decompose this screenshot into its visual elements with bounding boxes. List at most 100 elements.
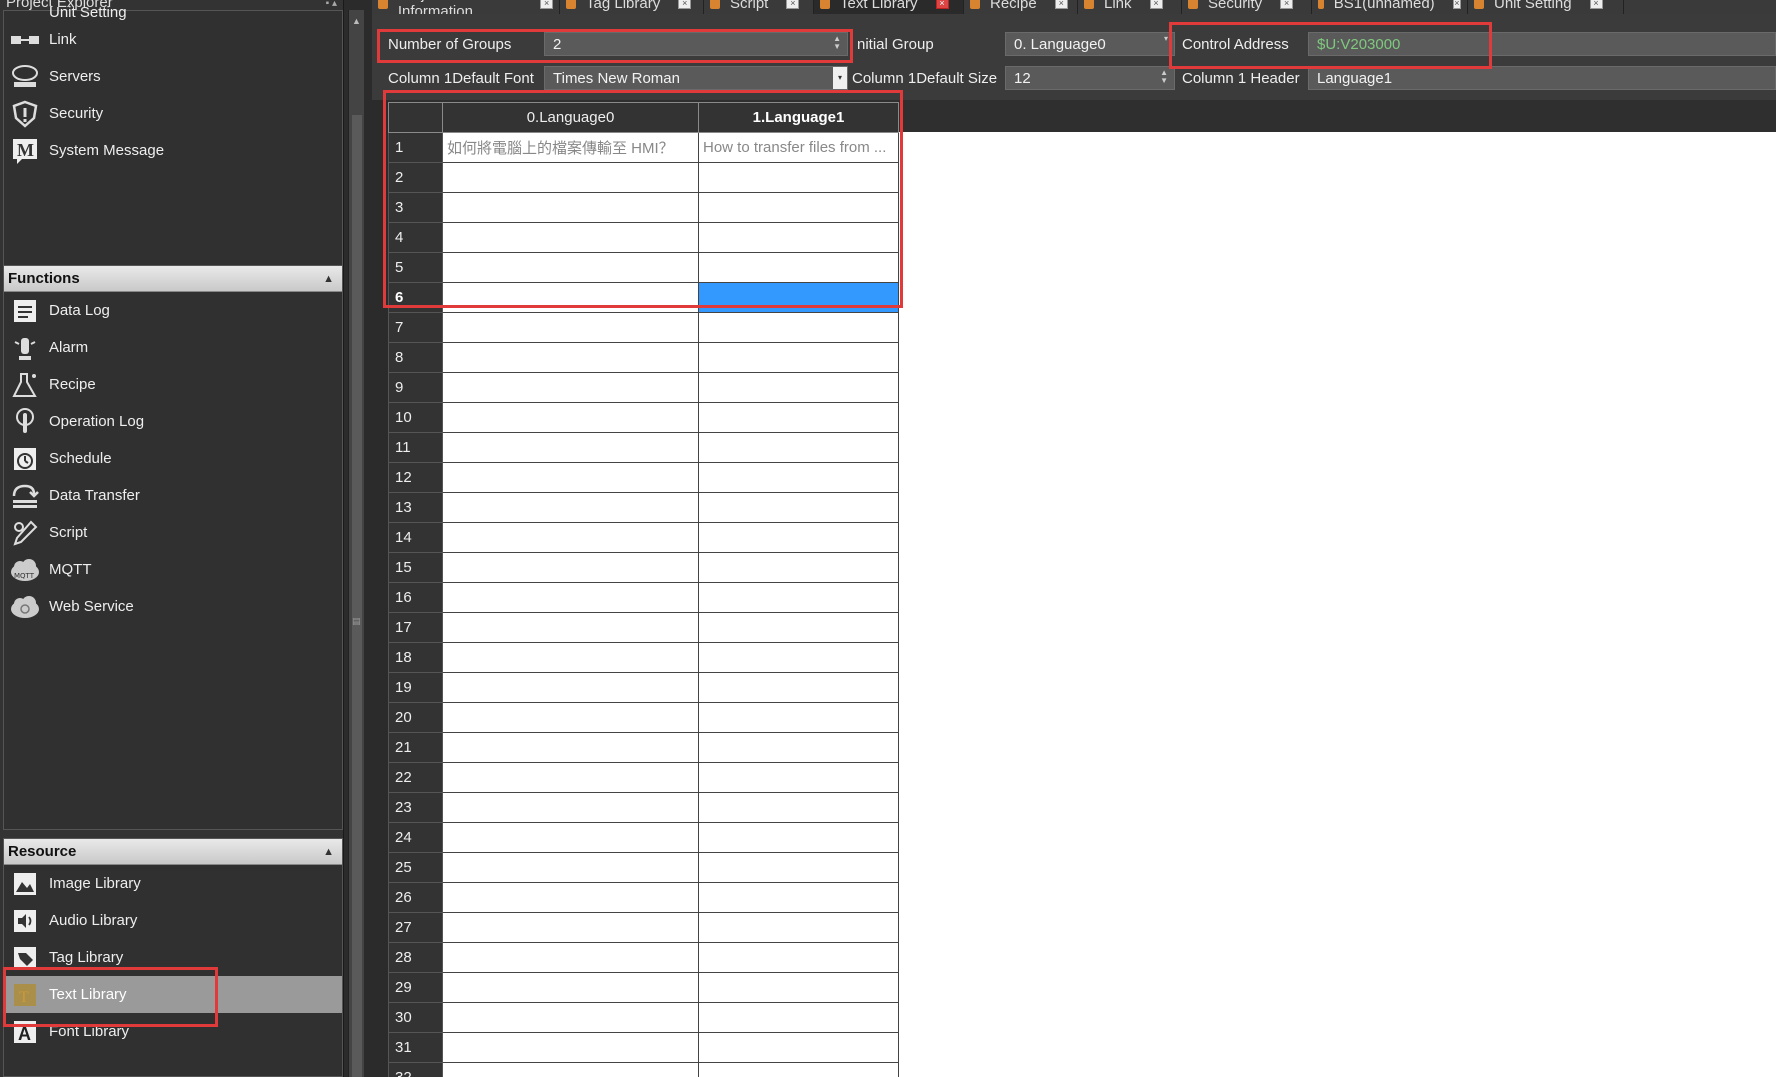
scroll-up-arrow-icon[interactable]: ▲	[352, 16, 361, 26]
tab-close-icon[interactable]: ×	[786, 0, 800, 9]
row-number[interactable]: 23	[388, 792, 443, 823]
grid-cell-language1[interactable]	[698, 822, 899, 853]
grid-cell-language1[interactable]	[698, 492, 899, 523]
grid-cell-language1[interactable]	[698, 912, 899, 943]
row-number[interactable]: 29	[388, 972, 443, 1003]
grid-cell-language1[interactable]	[698, 282, 899, 313]
row-number[interactable]: 12	[388, 462, 443, 493]
control-address-field[interactable]: $U:V203000	[1308, 32, 1776, 56]
grid-cell-language0[interactable]	[442, 342, 699, 373]
grid-cell-language0[interactable]	[442, 1062, 699, 1077]
grid-cell-language1[interactable]	[698, 642, 899, 673]
sidebar-item-link[interactable]: Link	[4, 21, 342, 58]
grid-cell-language1[interactable]	[698, 612, 899, 643]
grid-cell-language1[interactable]	[698, 702, 899, 733]
initial-group-select[interactable]: 0. Language0 ▾	[1005, 32, 1175, 56]
table-row[interactable]: 8	[388, 342, 899, 373]
table-row[interactable]: 24	[388, 822, 899, 853]
row-number[interactable]: 11	[388, 432, 443, 463]
tab-text-library[interactable]: Text Library ×	[814, 0, 964, 14]
grid-cell-language1[interactable]	[698, 942, 899, 973]
grid-cell-language0[interactable]	[442, 972, 699, 1003]
tab-recipe[interactable]: Recipe ×	[964, 0, 1078, 14]
table-row[interactable]: 4	[388, 222, 899, 253]
column-default-font-select[interactable]: Times New Roman ▾	[544, 66, 848, 90]
table-row[interactable]: 22	[388, 762, 899, 793]
grid-cell-language0[interactable]	[442, 312, 699, 343]
row-number[interactable]: 18	[388, 642, 443, 673]
grid-cell-language0[interactable]	[442, 912, 699, 943]
grid-cell-language1[interactable]	[698, 372, 899, 403]
grid-cell-language1[interactable]	[698, 732, 899, 763]
grid-cell-language0[interactable]	[442, 732, 699, 763]
sidebar-item-operation-log[interactable]: Operation Log	[4, 403, 342, 440]
sidebar-item-data-transfer[interactable]: Data Transfer	[4, 477, 342, 514]
grid-cell-language1[interactable]	[698, 552, 899, 583]
table-row[interactable]: 9	[388, 372, 899, 403]
grid-cell-language0[interactable]	[442, 1032, 699, 1063]
grid-cell-language0[interactable]	[442, 762, 699, 793]
column-default-size-spinner[interactable]: 12 ▲ ▼	[1005, 66, 1175, 90]
row-number[interactable]: 28	[388, 942, 443, 973]
sidebar-item-alarm[interactable]: Alarm	[4, 329, 342, 366]
tab-close-icon[interactable]: ×	[1054, 0, 1068, 9]
grid-cell-language0[interactable]	[442, 282, 699, 313]
grid-cell-language0[interactable]	[442, 192, 699, 223]
grid-cell-language0[interactable]	[442, 822, 699, 853]
tab-script[interactable]: Script ×	[704, 0, 814, 14]
scrollbar-thumb[interactable]	[352, 115, 362, 1077]
row-number[interactable]: 3	[388, 192, 443, 223]
row-number[interactable]: 15	[388, 552, 443, 583]
grid-cell-language1[interactable]	[698, 792, 899, 823]
spinner-arrows-icon[interactable]: ▲ ▼	[833, 35, 841, 51]
collapse-chevron-icon[interactable]: ▲	[323, 266, 334, 292]
sidebar-item-tag-library[interactable]: Tag Library	[4, 939, 342, 976]
tab-close-icon[interactable]: ×	[935, 0, 949, 9]
grid-cell-language1[interactable]	[698, 462, 899, 493]
table-row[interactable]: 29	[388, 972, 899, 1003]
grid-cell-language1[interactable]	[698, 222, 899, 253]
table-row[interactable]: 5	[388, 252, 899, 283]
grid-corner[interactable]	[388, 102, 443, 133]
grid-cell-language0[interactable]	[442, 222, 699, 253]
sidebar-item-script[interactable]: Script	[4, 514, 342, 551]
table-row[interactable]: 11	[388, 432, 899, 463]
grid-cell-language0[interactable]	[442, 432, 699, 463]
tab-close-icon[interactable]: ×	[1280, 0, 1294, 9]
row-number[interactable]: 10	[388, 402, 443, 433]
row-number[interactable]: 13	[388, 492, 443, 523]
grid-cell-language0[interactable]	[442, 522, 699, 553]
row-number[interactable]: 16	[388, 582, 443, 613]
spinner-arrows-icon[interactable]: ▲ ▼	[1160, 69, 1168, 85]
row-number[interactable]: 31	[388, 1032, 443, 1063]
sidebar-item-mqtt[interactable]: MQTT MQTT	[4, 551, 342, 588]
table-row[interactable]: 25	[388, 852, 899, 883]
table-row[interactable]: 1 如何將電腦上的檔案傳輸至 HMI？ How to transfer files …	[388, 132, 899, 163]
tab-close-icon[interactable]: ×	[540, 0, 553, 9]
grid-cell-language0[interactable]	[442, 612, 699, 643]
grid-cell-language1[interactable]	[698, 882, 899, 913]
row-number[interactable]: 25	[388, 852, 443, 883]
grid-cell-language0[interactable]	[442, 642, 699, 673]
table-row[interactable]: 21	[388, 732, 899, 763]
grid-cell-language0[interactable]	[442, 582, 699, 613]
sidebar-item-system-message[interactable]: M System Message	[4, 132, 342, 169]
row-number[interactable]: 6	[388, 282, 443, 313]
row-number[interactable]: 22	[388, 762, 443, 793]
table-row[interactable]: 18	[388, 642, 899, 673]
table-row[interactable]: 27	[388, 912, 899, 943]
row-number[interactable]: 5	[388, 252, 443, 283]
table-row[interactable]: 3	[388, 192, 899, 223]
sidebar-item-servers[interactable]: Servers	[4, 58, 342, 95]
grid-cell-language0[interactable]	[442, 162, 699, 193]
column-header-language0[interactable]: 0.Language0	[442, 102, 699, 133]
grid-cell-language0[interactable]	[442, 702, 699, 733]
table-row[interactable]: 6	[388, 282, 899, 313]
tab-link[interactable]: Link ×	[1078, 0, 1182, 14]
collapse-chevron-icon[interactable]: ▲	[323, 839, 334, 865]
grid-cell-language1[interactable]	[698, 522, 899, 553]
grid-cell-language0[interactable]	[442, 852, 699, 883]
grid-cell-language1[interactable]	[698, 432, 899, 463]
table-row[interactable]: 26	[388, 882, 899, 913]
table-row[interactable]: 20	[388, 702, 899, 733]
